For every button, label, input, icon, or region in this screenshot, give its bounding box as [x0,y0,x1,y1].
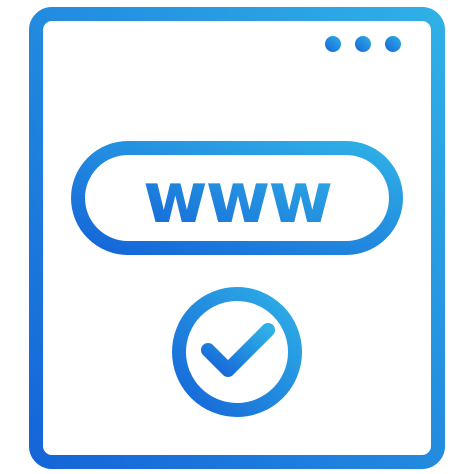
window-dot-icon [325,36,341,52]
window-dot-icon [385,36,401,52]
browser-www-check-icon: www [29,7,445,469]
window-dot-icon [355,36,371,52]
www-text: www [143,157,331,239]
checkmark-icon [201,323,275,377]
